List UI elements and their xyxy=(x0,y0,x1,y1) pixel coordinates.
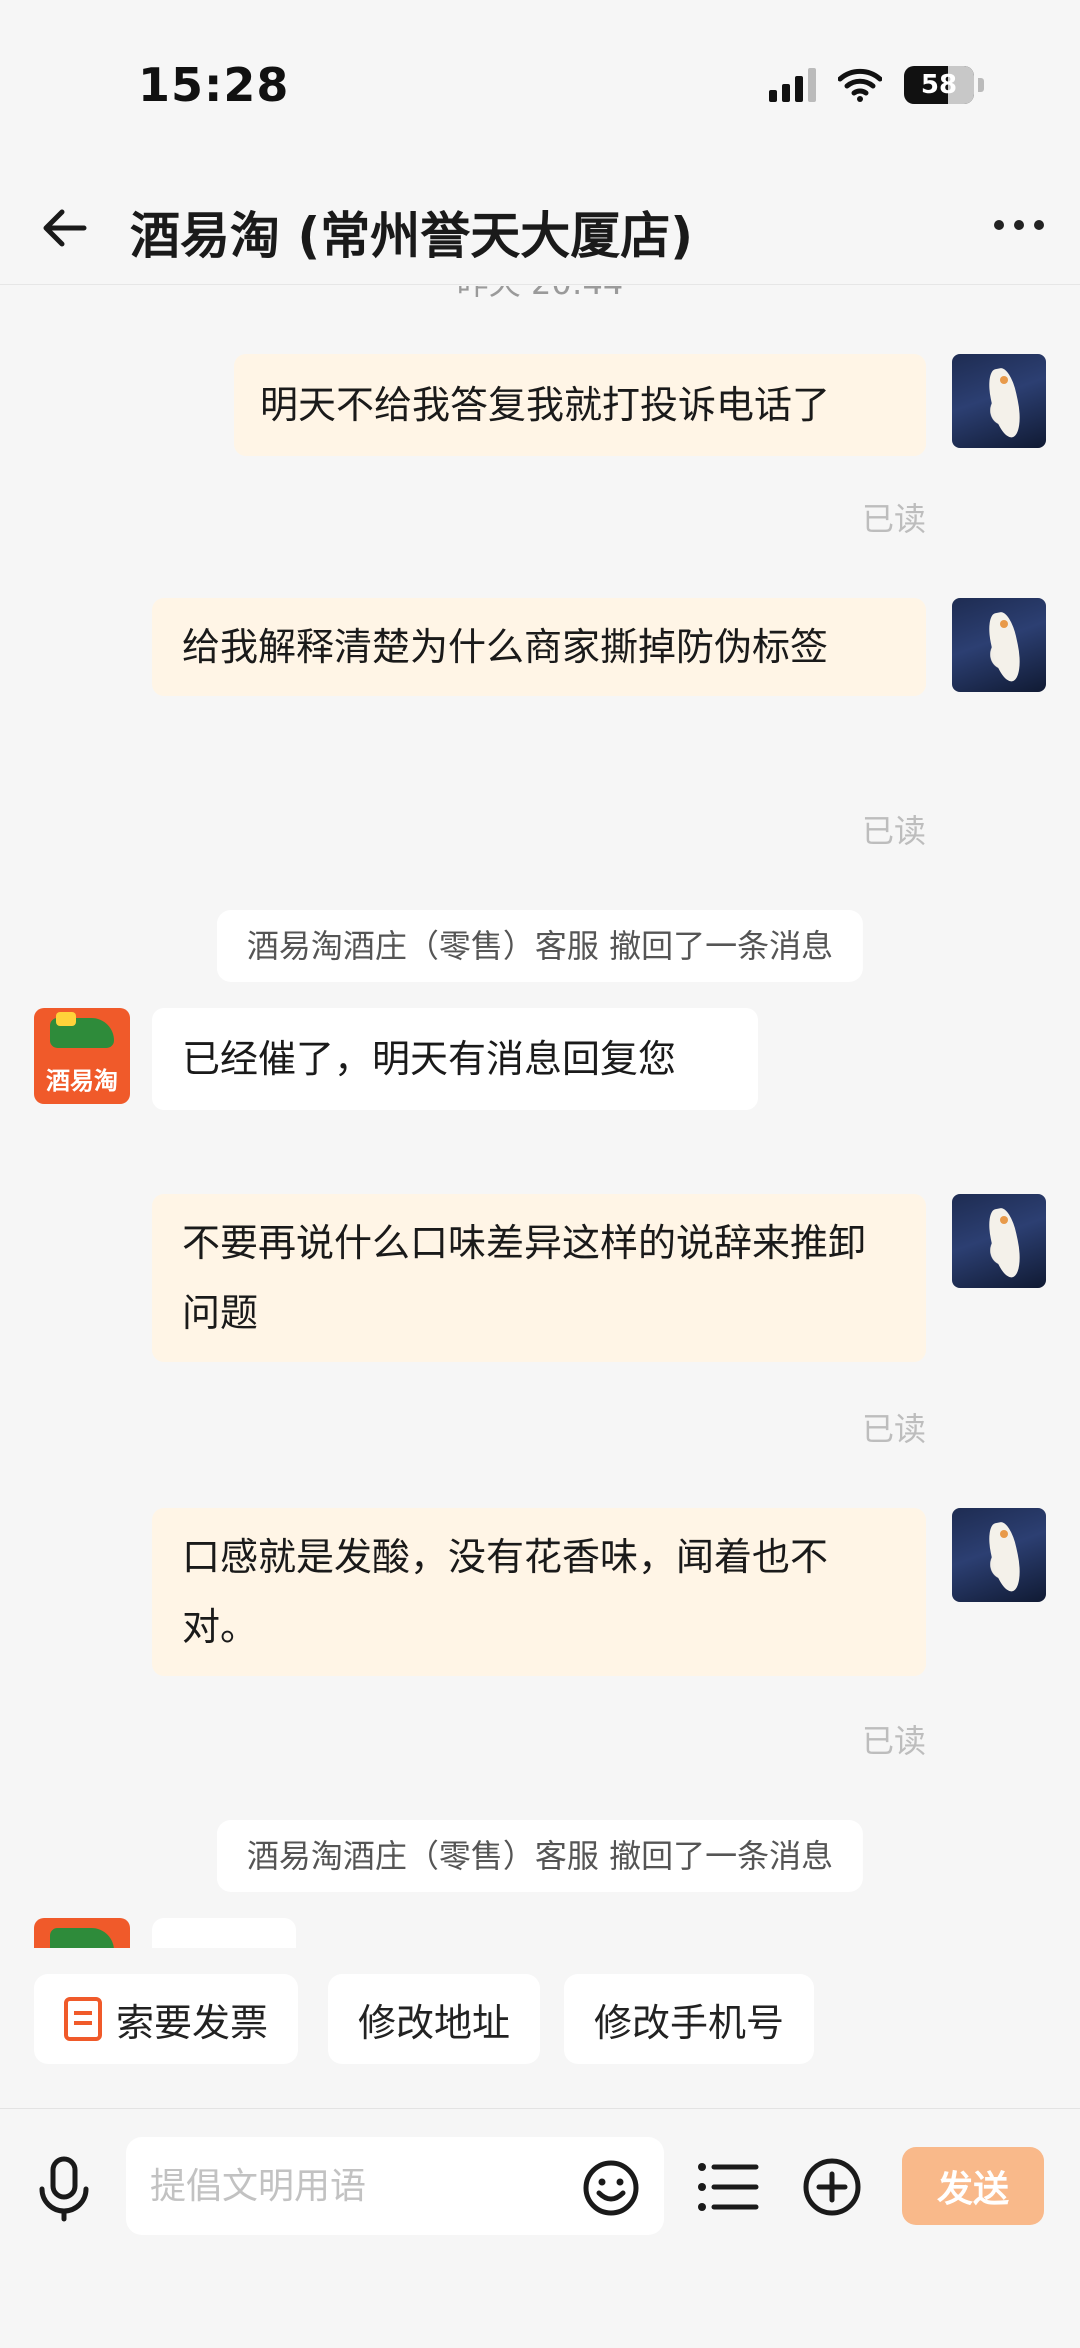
microphone-icon[interactable] xyxy=(36,2155,92,2225)
nav-bar: 酒易淘 (常州誉天大厦店) xyxy=(0,170,1080,285)
my-avatar[interactable] xyxy=(952,598,1046,692)
more-options-icon[interactable] xyxy=(994,210,1044,240)
shop-avatar[interactable]: 酒易淘 xyxy=(34,1008,130,1104)
my-avatar[interactable] xyxy=(952,354,1046,448)
read-status: 已读 xyxy=(861,1722,926,1760)
battery-icon: 58 xyxy=(904,66,974,104)
change-phone-button[interactable]: 修改手机号 xyxy=(564,1974,815,2064)
change-address-button[interactable]: 修改地址 xyxy=(328,1974,541,2064)
read-status: 已读 xyxy=(861,1410,926,1448)
recall-notice: 酒易淘酒庄（零售）客服 撤回了一条消息 xyxy=(216,1820,864,1892)
message-text: 已经催了，明天有消息回复您 xyxy=(182,1037,677,1081)
message-text: 给我解释清楚为什么商家撕掉防伪标签 xyxy=(182,625,829,669)
shop-avatar-label: 酒易淘 xyxy=(46,1067,118,1095)
invoice-icon xyxy=(64,1997,102,2041)
request-invoice-button[interactable]: 索要发票 xyxy=(34,1974,299,2064)
status-icons: 58 xyxy=(769,66,984,104)
message-bubble-incoming[interactable] xyxy=(152,1918,296,1948)
shop-logo-icon xyxy=(50,1928,114,1948)
message-text: 口感就是发酸，没有花香味，闻着也不对。 xyxy=(182,1535,829,1649)
my-avatar[interactable] xyxy=(952,1508,1046,1602)
shop-avatar[interactable] xyxy=(34,1918,130,1948)
send-button[interactable]: 发送 xyxy=(902,2147,1044,2225)
page-title: 酒易淘 (常州誉天大厦店) xyxy=(130,207,694,265)
wifi-icon xyxy=(838,68,882,102)
my-avatar[interactable] xyxy=(952,1194,1046,1288)
emoji-icon[interactable] xyxy=(582,2159,640,2217)
back-arrow-icon[interactable] xyxy=(36,198,96,258)
recall-notice: 酒易淘酒庄（零售）客服 撤回了一条消息 xyxy=(216,910,864,982)
message-bubble-outgoing[interactable]: 明天不给我答复我就打投诉电话了 xyxy=(234,354,926,456)
input-bar: 发送 xyxy=(0,2108,1080,2348)
read-status: 已读 xyxy=(861,812,926,850)
message-text: 不要再说什么口味差异这样的说辞来推卸问题 xyxy=(182,1221,867,1335)
quick-reply-label: 修改手机号 xyxy=(594,2000,785,2045)
message-bubble-outgoing[interactable]: 口感就是发酸，没有花香味，闻着也不对。 xyxy=(152,1508,926,1676)
message-bubble-outgoing[interactable]: 给我解释清楚为什么商家撕掉防伪标签 xyxy=(152,598,926,696)
read-status: 已读 xyxy=(861,500,926,538)
message-bubble-incoming[interactable]: 已经催了，明天有消息回复您 xyxy=(152,1008,758,1110)
quick-reply-bar: 索要发票 修改地址 修改手机号 xyxy=(0,1948,1080,2108)
message-bubble-outgoing[interactable]: 不要再说什么口味差异这样的说辞来推卸问题 xyxy=(152,1194,926,1362)
quick-reply-label: 索要发票 xyxy=(116,2000,269,2045)
battery-level: 58 xyxy=(920,70,958,100)
add-attachment-icon[interactable] xyxy=(802,2157,862,2217)
chat-area[interactable]: 昨天 20:44 明天不给我答复我就打投诉电话了 已读 给我解释清楚为什么商家撕… xyxy=(0,286,1080,1948)
message-timestamp: 昨天 20:44 xyxy=(0,286,1080,304)
cellular-signal-icon xyxy=(769,68,816,102)
status-bar: 15:28 58 xyxy=(0,0,1080,170)
status-time: 15:28 xyxy=(138,58,290,112)
message-text: 明天不给我答复我就打投诉电话了 xyxy=(260,383,831,427)
quick-reply-label: 修改地址 xyxy=(358,2000,511,2045)
quick-phrase-list-icon[interactable] xyxy=(696,2159,760,2215)
